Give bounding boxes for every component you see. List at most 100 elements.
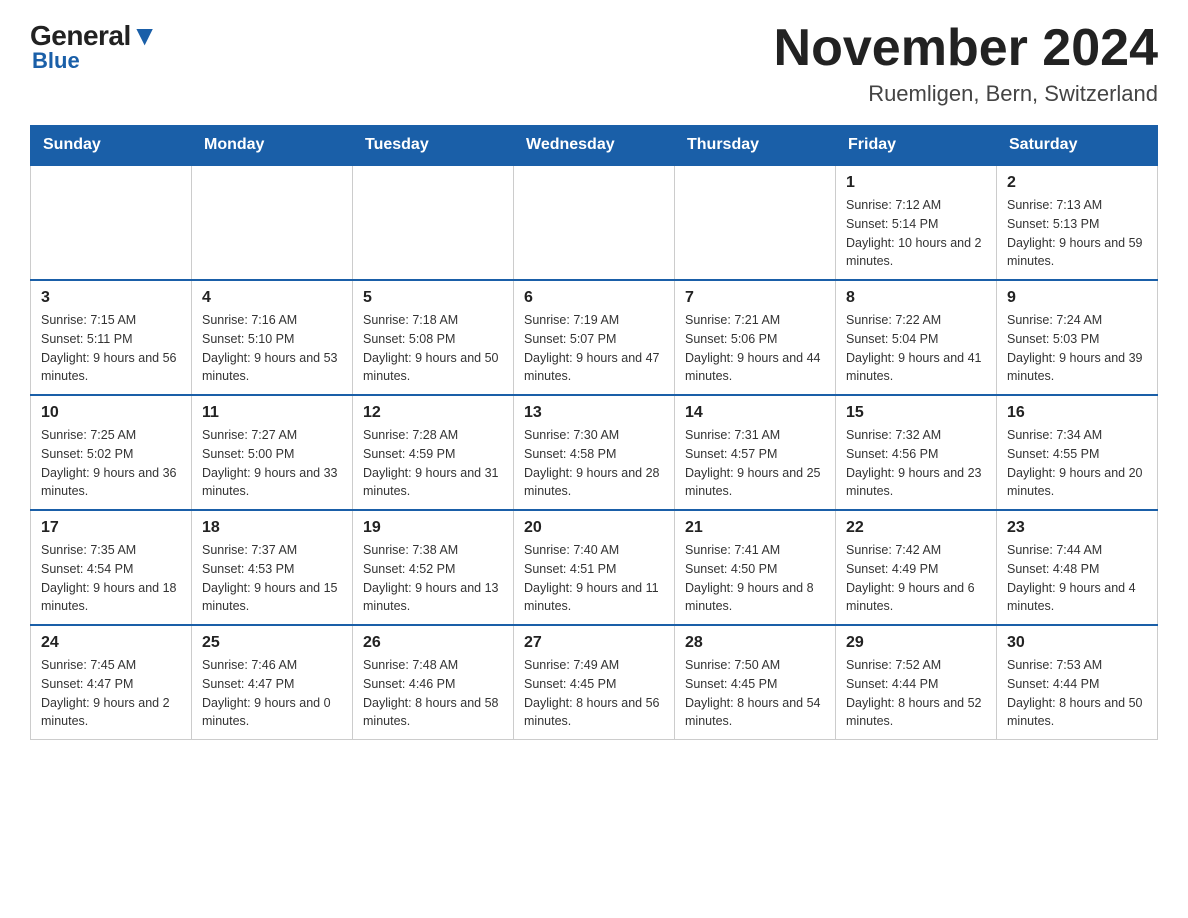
calendar-cell: 27 Sunrise: 7:49 AMSunset: 4:45 PMDayligh… [514, 625, 675, 740]
col-header-thursday: Thursday [675, 126, 836, 166]
calendar-cell: 22Sunrise: 7:42 AMSunset: 4:49 PMDayligh… [836, 510, 997, 625]
sunrise-label: Sunrise: 7:41 AM [685, 543, 780, 557]
day-number: 25 [202, 634, 342, 652]
page-title: November 2024 [774, 20, 1158, 77]
day-number: 7 [685, 289, 825, 307]
calendar-cell: 3Sunrise: 7:15 AMSunset: 5:11 PMDaylight… [31, 280, 192, 395]
sunrise-label: Sunrise: 7:45 AM [41, 658, 136, 672]
day-info: Sunrise: 7:44 AMSunset: 4:48 PMDaylight:… [1007, 541, 1147, 616]
sunset-label: Sunset: 5:08 PM [363, 332, 455, 346]
sunset-label: Sunset: 4:46 PM [363, 677, 455, 691]
day-info: Sunrise: 7:12 AMSunset: 5:14 PMDaylight:… [846, 196, 986, 271]
day-number: 28 [685, 634, 825, 652]
sunrise-label: Sunrise: 7:53 AM [1007, 658, 1102, 672]
day-number: 4 [202, 289, 342, 307]
col-header-sunday: Sunday [31, 126, 192, 166]
sunset-label: Sunset: 4:52 PM [363, 562, 455, 576]
calendar-cell [675, 165, 836, 280]
day-info: Sunrise: 7:48 AMSunset: 4:46 PMDaylight:… [363, 656, 503, 731]
daylight-label: Daylight: 9 hours and 31 minutes. [363, 466, 499, 499]
daylight-label: Daylight: 9 hours and 44 minutes. [685, 351, 821, 384]
day-info: Sunrise: 7:40 AMSunset: 4:51 PMDaylight:… [524, 541, 664, 616]
sunrise-label: Sunrise: 7:34 AM [1007, 428, 1102, 442]
sunset-label: Sunset: 4:44 PM [1007, 677, 1099, 691]
page-header: General▼ Blue November 2024 Ruemligen, B… [30, 20, 1158, 107]
sunrise-label: Sunrise: 7:37 AM [202, 543, 297, 557]
week-row-5: 24Sunrise: 7:45 AMSunset: 4:47 PMDayligh… [31, 625, 1158, 740]
day-info: Sunrise: 7:46 AMSunset: 4:47 PMDaylight:… [202, 656, 342, 731]
day-number: 30 [1007, 634, 1147, 652]
sunset-label: Sunset: 4:47 PM [41, 677, 133, 691]
sunset-label: Sunset: 4:51 PM [524, 562, 616, 576]
sunset-label: Sunset: 5:03 PM [1007, 332, 1099, 346]
calendar-cell [192, 165, 353, 280]
day-info: Sunrise: 7:45 AMSunset: 4:47 PMDaylight:… [41, 656, 181, 731]
sunset-label: Sunset: 4:47 PM [202, 677, 294, 691]
sunrise-label: Sunrise: 7:22 AM [846, 313, 941, 327]
sunset-label: Sunset: 5:06 PM [685, 332, 777, 346]
calendar-cell: 24Sunrise: 7:45 AMSunset: 4:47 PMDayligh… [31, 625, 192, 740]
sunrise-label: Sunrise: 7:44 AM [1007, 543, 1102, 557]
sunset-label: Sunset: 4:55 PM [1007, 447, 1099, 461]
day-number: 23 [1007, 519, 1147, 537]
sunrise-label: Sunrise: 7:27 AM [202, 428, 297, 442]
calendar-cell: 20Sunrise: 7:40 AMSunset: 4:51 PMDayligh… [514, 510, 675, 625]
sunrise-label: Sunrise: 7:25 AM [41, 428, 136, 442]
week-row-1: 1 Sunrise: 7:12 AMSunset: 5:14 PMDaylight… [31, 165, 1158, 280]
calendar-cell: 4 Sunrise: 7:16 AMSunset: 5:10 PMDaylight… [192, 280, 353, 395]
sunset-label: Sunset: 4:53 PM [202, 562, 294, 576]
sunset-label: Sunset: 4:54 PM [41, 562, 133, 576]
calendar-cell: 11Sunrise: 7:27 AMSunset: 5:00 PMDayligh… [192, 395, 353, 510]
sunset-label: Sunset: 5:11 PM [41, 332, 133, 346]
calendar-cell [514, 165, 675, 280]
sunset-label: Sunset: 4:56 PM [846, 447, 938, 461]
day-info: Sunrise: 7:49 AMSunset: 4:45 PMDaylight:… [524, 656, 664, 731]
day-number: 27 [524, 634, 664, 652]
title-block: November 2024 Ruemligen, Bern, Switzerla… [774, 20, 1158, 107]
day-info: Sunrise: 7:25 AMSunset: 5:02 PMDaylight:… [41, 426, 181, 501]
calendar-cell: 6Sunrise: 7:19 AMSunset: 5:07 PMDaylight… [514, 280, 675, 395]
sunrise-label: Sunrise: 7:19 AM [524, 313, 619, 327]
day-number: 2 [1007, 174, 1147, 192]
day-info: Sunrise: 7:16 AMSunset: 5:10 PMDaylight:… [202, 311, 342, 386]
daylight-label: Daylight: 9 hours and 23 minutes. [846, 466, 982, 499]
week-row-3: 10Sunrise: 7:25 AMSunset: 5:02 PMDayligh… [31, 395, 1158, 510]
sunrise-label: Sunrise: 7:48 AM [363, 658, 458, 672]
day-number: 9 [1007, 289, 1147, 307]
day-info: Sunrise: 7:52 AMSunset: 4:44 PMDaylight:… [846, 656, 986, 731]
logo-blue-text: Blue [32, 48, 80, 74]
calendar-header-row: SundayMondayTuesdayWednesdayThursdayFrid… [31, 126, 1158, 166]
sunrise-label: Sunrise: 7:18 AM [363, 313, 458, 327]
sunrise-label: Sunrise: 7:35 AM [41, 543, 136, 557]
daylight-label: Daylight: 9 hours and 53 minutes. [202, 351, 338, 384]
calendar-cell: 16Sunrise: 7:34 AMSunset: 4:55 PMDayligh… [997, 395, 1158, 510]
logo: General▼ Blue [30, 20, 158, 74]
day-info: Sunrise: 7:21 AM Sunset: 5:06 PM Daylight:… [685, 311, 825, 386]
daylight-label: Daylight: 9 hours and 47 minutes. [524, 351, 660, 384]
sunrise-label: Sunrise: 7:32 AM [846, 428, 941, 442]
calendar-cell: 13Sunrise: 7:30 AMSunset: 4:58 PMDayligh… [514, 395, 675, 510]
day-number: 16 [1007, 404, 1147, 422]
day-number: 21 [685, 519, 825, 537]
day-number: 6 [524, 289, 664, 307]
sunset-label: Sunset: 4:58 PM [524, 447, 616, 461]
day-number: 17 [41, 519, 181, 537]
sunrise-label: Sunrise: 7:13 AM [1007, 198, 1102, 212]
day-number: 26 [363, 634, 503, 652]
calendar-cell [31, 165, 192, 280]
daylight-label: Daylight: 9 hours and 6 minutes. [846, 581, 975, 614]
col-header-saturday: Saturday [997, 126, 1158, 166]
sunrise-label: Sunrise: 7:16 AM [202, 313, 297, 327]
daylight-label: Daylight: 9 hours and 25 minutes. [685, 466, 821, 499]
day-number: 1 [846, 174, 986, 192]
calendar-cell: 5Sunrise: 7:18 AMSunset: 5:08 PMDaylight… [353, 280, 514, 395]
daylight-label: Daylight: 8 hours and 52 minutes. [846, 696, 982, 729]
col-header-monday: Monday [192, 126, 353, 166]
calendar-cell: 21Sunrise: 7:41 AMSunset: 4:50 PMDayligh… [675, 510, 836, 625]
day-number: 8 [846, 289, 986, 307]
sunrise-label: Sunrise: 7:15 AM [41, 313, 136, 327]
sunrise-label: Sunrise: 7:21 AM [685, 313, 780, 327]
daylight-label: Daylight: 10 hours and 2 minutes. [846, 236, 982, 269]
sunrise-label: Sunrise: 7:31 AM [685, 428, 780, 442]
sunrise-label: Sunrise: 7:38 AM [363, 543, 458, 557]
